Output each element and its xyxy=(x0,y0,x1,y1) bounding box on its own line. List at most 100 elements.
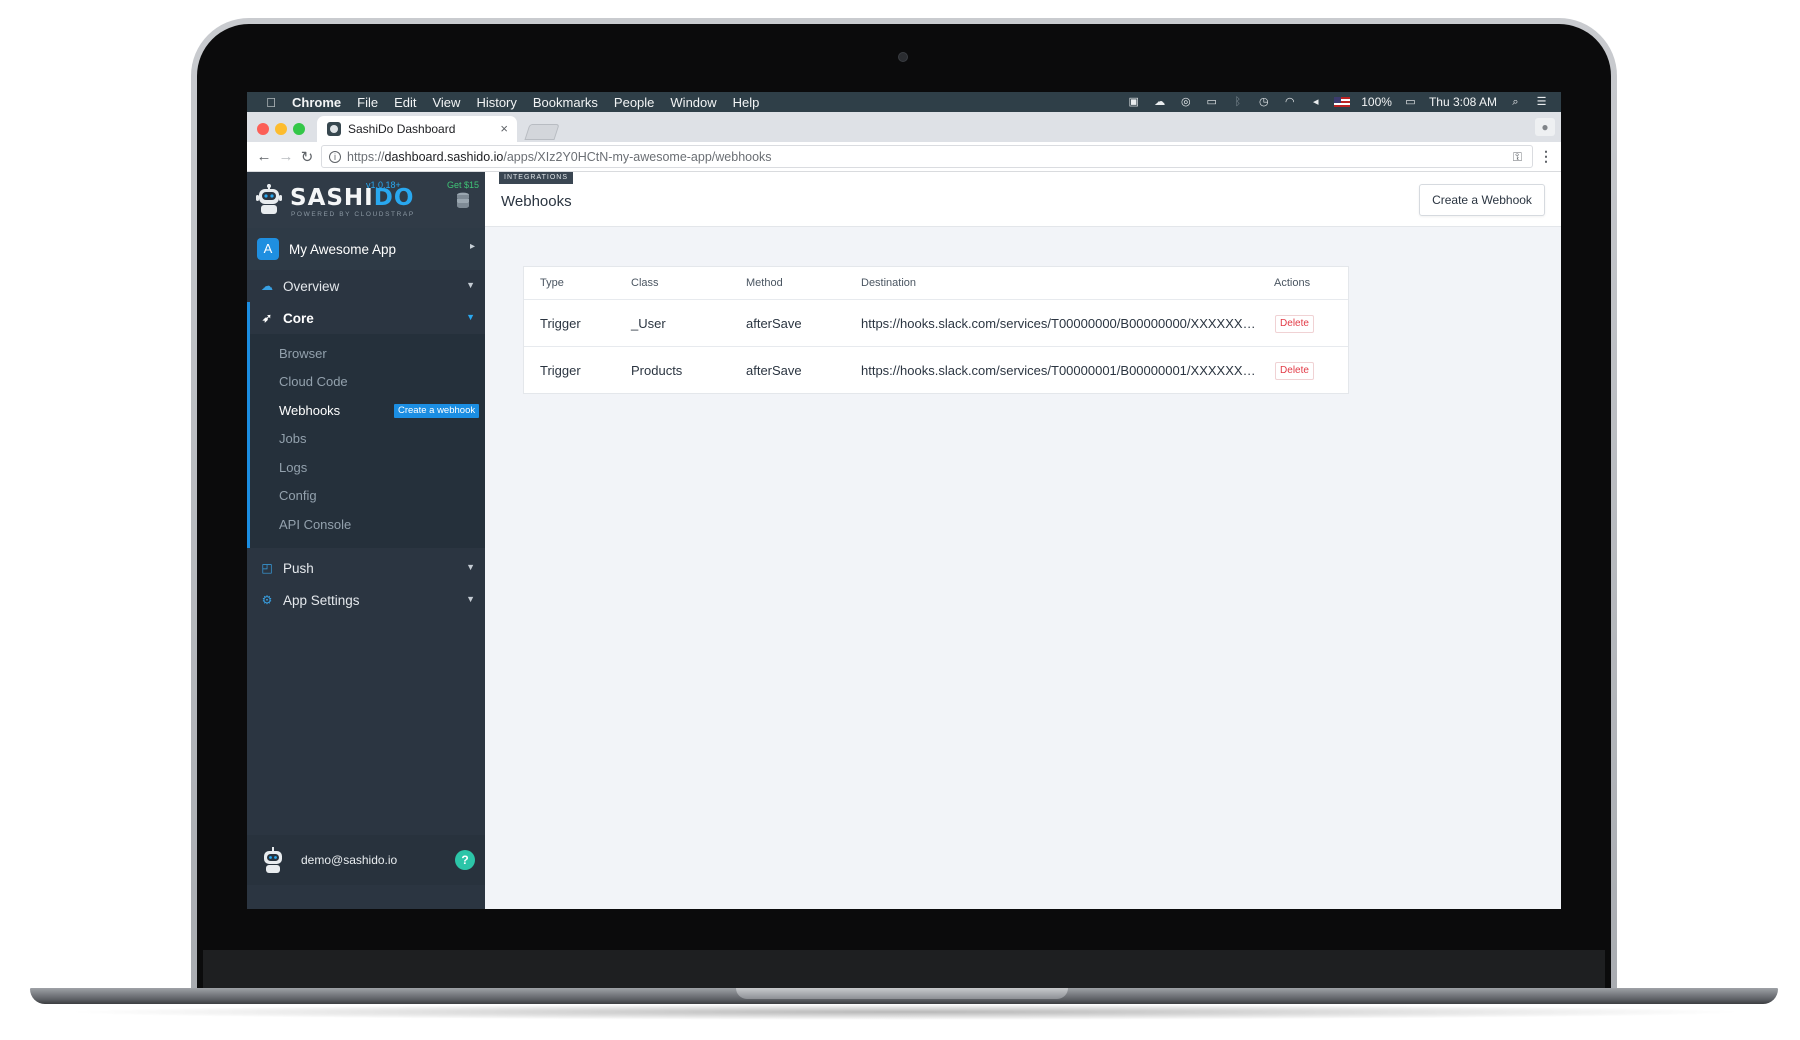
battery-icon[interactable]: ▭ xyxy=(1403,96,1418,108)
column-header-destination: Destination xyxy=(861,277,917,289)
avatar xyxy=(264,847,282,873)
menu-help[interactable]: Help xyxy=(733,95,760,110)
create-webhook-badge[interactable]: Create a webhook xyxy=(394,404,480,418)
credit-link[interactable]: Get $15 xyxy=(447,180,479,190)
chevron-right-icon: ▸ xyxy=(469,241,475,252)
profile-icon[interactable]: ● xyxy=(1535,118,1555,136)
sidebar-item-cloud-code[interactable]: Cloud Code xyxy=(279,374,348,389)
app-name: My Awesome App xyxy=(289,241,397,257)
brand-tagline: POWERED BY CLOUDSTRAP xyxy=(291,211,415,218)
menu-people[interactable]: People xyxy=(614,95,654,110)
mac-menu-bar:  Chrome File Edit View History Bookmark… xyxy=(247,92,1561,112)
column-header-actions: Actions xyxy=(1274,277,1311,289)
bezel-chin xyxy=(203,950,1605,988)
cell-method: afterSave xyxy=(746,316,802,331)
cell-type: Trigger xyxy=(540,363,581,378)
creative-cloud-icon[interactable]: ☁ xyxy=(1152,96,1167,108)
menu-bookmarks[interactable]: Bookmarks xyxy=(533,95,598,110)
delete-button[interactable]: Delete xyxy=(1275,362,1314,380)
sidebar-item-label: Core xyxy=(283,310,314,326)
page-title: Webhooks xyxy=(501,193,572,210)
forward-arrow-icon[interactable]: → xyxy=(277,148,295,165)
address-bar[interactable]: i https:// dashboard.sashido.io /apps/XI… xyxy=(321,145,1533,168)
user-email: demo@sashido.io xyxy=(301,853,398,867)
coins-icon[interactable] xyxy=(456,192,470,208)
reload-icon[interactable]: ↻ xyxy=(298,148,316,166)
bluetooth-icon[interactable]: ᛒ xyxy=(1230,96,1245,108)
url-host: dashboard.sashido.io xyxy=(384,149,504,164)
sidebar: SASHIDO POWERED BY CLOUDSTRAP v1.0.18+ G… xyxy=(247,172,485,909)
camera xyxy=(898,52,908,62)
laptop-shadow xyxy=(60,1004,1750,1020)
key-icon[interactable]: ⚿ xyxy=(1513,150,1522,165)
screen:  Chrome File Edit View History Bookmark… xyxy=(247,92,1561,909)
cell-class: _User xyxy=(631,316,666,331)
cell-destination: https://hooks.slack.com/services/T000000… xyxy=(861,363,1257,378)
cell-class: Products xyxy=(631,363,683,378)
status-tray: ▣ ☁ ◎ ▭ ᛒ ◷ ◠ ◂ 100% ▭ Thu 3:08 AM ⌕ ☰ xyxy=(1126,92,1549,112)
wifi-icon[interactable]: ◠ xyxy=(1282,96,1297,108)
list-icon[interactable]: ☰ xyxy=(1534,96,1549,108)
chevron-down-icon: ▼ xyxy=(466,280,475,290)
sidebar-item-app-settings[interactable]: ⚙ App Settings ▼ xyxy=(247,584,485,616)
sidebar-item-push[interactable]: ◰ Push ▼ xyxy=(247,552,485,584)
chevron-down-icon: ▼ xyxy=(466,562,475,572)
window-minimize-button[interactable] xyxy=(275,123,287,135)
browser-toolbar: ← → ↻ i https:// dashboard.sashido.io /a… xyxy=(247,142,1561,172)
sidebar-item-label: Overview xyxy=(283,278,340,294)
info-icon[interactable]: i xyxy=(329,150,341,163)
sidebar-item-browser[interactable]: Browser xyxy=(279,346,327,361)
sidebar-item-webhooks[interactable]: Webhooks xyxy=(279,403,340,418)
back-arrow-icon[interactable]: ← xyxy=(255,148,273,165)
app-icon: A xyxy=(257,238,279,260)
browser-menu-icon[interactable]: ⋮ xyxy=(1539,148,1553,165)
sidebar-item-label: Push xyxy=(283,560,314,576)
flag-icon[interactable] xyxy=(1334,97,1351,107)
sidebar-item-api-console[interactable]: API Console xyxy=(279,517,351,532)
row-divider xyxy=(524,299,1348,300)
sidebar-item-config[interactable]: Config xyxy=(279,488,317,503)
core-submenu: Browser Cloud Code Webhooks Create a web… xyxy=(250,334,485,548)
tab-close-icon[interactable]: × xyxy=(500,121,508,136)
webhooks-table: Type Class Method Destination Actions Tr… xyxy=(523,266,1349,394)
menu-history[interactable]: History xyxy=(476,95,516,110)
menubar-clock[interactable]: Thu 3:08 AM xyxy=(1429,95,1497,109)
sync-icon[interactable]: ◎ xyxy=(1178,96,1193,108)
app-selector[interactable]: A My Awesome App ▸ xyxy=(247,228,485,270)
time-machine-icon[interactable]: ◷ xyxy=(1256,96,1271,108)
menu-file[interactable]: File xyxy=(357,95,378,110)
new-tab-button[interactable] xyxy=(524,124,560,140)
window-zoom-button[interactable] xyxy=(293,123,305,135)
robot-logo-icon xyxy=(256,184,282,214)
spotlight-icon[interactable]: ⌕ xyxy=(1508,96,1523,108)
tab-strip: SashiDo Dashboard × ● xyxy=(247,112,1561,142)
user-account[interactable]: demo@sashido.io ? xyxy=(247,835,485,885)
cell-type: Trigger xyxy=(540,316,581,331)
menu-view[interactable]: View xyxy=(432,95,460,110)
create-webhook-button[interactable]: Create a Webhook xyxy=(1419,184,1545,216)
version-label: v1.0.18+ xyxy=(366,180,401,190)
apple-icon[interactable]:  xyxy=(264,95,278,110)
delete-button[interactable]: Delete xyxy=(1275,315,1314,333)
main-content: INTEGRATIONS Webhooks Create a Webhook T… xyxy=(485,172,1561,909)
sidebar-item-jobs[interactable]: Jobs xyxy=(279,431,306,446)
tab-title: SashiDo Dashboard xyxy=(348,122,456,136)
menu-edit[interactable]: Edit xyxy=(394,95,416,110)
sidebar-item-overview[interactable]: ☁ Overview ▼ xyxy=(247,270,485,302)
favicon-icon xyxy=(327,122,341,136)
laptop-base-notch xyxy=(736,988,1068,999)
sidebar-item-core[interactable]: ➶ Core ▼ xyxy=(247,302,485,334)
airplay-icon[interactable]: ▭ xyxy=(1204,96,1219,108)
window-close-button[interactable] xyxy=(257,123,269,135)
menu-window[interactable]: Window xyxy=(670,95,716,110)
sidebar-item-logs[interactable]: Logs xyxy=(279,460,307,475)
help-icon[interactable]: ? xyxy=(455,850,475,870)
notification-icon[interactable]: ▣ xyxy=(1126,96,1141,108)
gears-icon: ⚙ xyxy=(261,593,273,607)
cell-method: afterSave xyxy=(746,363,802,378)
menu-app-chrome[interactable]: Chrome xyxy=(292,95,341,110)
cell-destination: https://hooks.slack.com/services/T000000… xyxy=(861,316,1257,331)
browser-tab[interactable]: SashiDo Dashboard × xyxy=(317,116,517,142)
battery-percent: 100% xyxy=(1361,95,1392,109)
volume-icon[interactable]: ◂ xyxy=(1308,96,1323,108)
